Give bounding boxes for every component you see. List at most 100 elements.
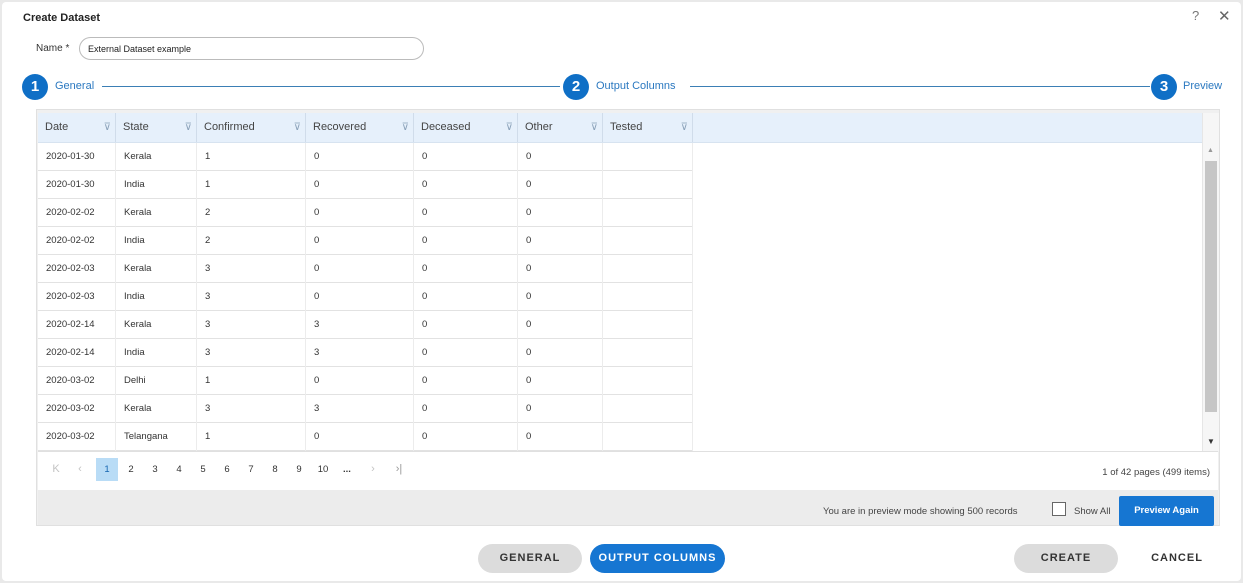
next-page-button[interactable]: ›	[362, 458, 384, 481]
table-row[interactable]: 2020-03-02 Delhi 1 0 0 0	[38, 367, 693, 395]
step-1-circle[interactable]: 1	[22, 74, 48, 100]
cell-tested	[603, 311, 693, 339]
cell-other: 0	[518, 143, 603, 171]
filter-icon[interactable]: ⊽	[294, 113, 301, 142]
general-button[interactable]: GENERAL	[478, 544, 582, 573]
filter-icon[interactable]: ⊽	[506, 113, 513, 142]
table-row[interactable]: 2020-01-30 Kerala 1 0 0 0	[38, 143, 693, 171]
cell-recovered: 3	[306, 311, 414, 339]
table-row[interactable]: 2020-02-14 India 3 3 0 0	[38, 339, 693, 367]
table-row[interactable]: 2020-03-02 Kerala 3 3 0 0	[38, 395, 693, 423]
preview-again-button[interactable]: Preview Again	[1119, 496, 1214, 526]
filter-icon[interactable]: ⊽	[681, 113, 688, 142]
step-3-label[interactable]: Preview	[1183, 80, 1222, 92]
table-row[interactable]: 2020-03-02 Telangana 1 0 0 0	[38, 423, 693, 451]
show-all-checkbox[interactable]	[1052, 502, 1066, 516]
column-header-recovered[interactable]: Recovered ⊽	[306, 113, 414, 142]
cell-confirmed: 3	[197, 311, 306, 339]
create-button[interactable]: CREATE	[1014, 544, 1118, 573]
page-button[interactable]: 3	[144, 458, 166, 481]
page-button[interactable]: 4	[168, 458, 190, 481]
cell-state: Delhi	[116, 367, 197, 395]
scroll-down-icon[interactable]: ▼	[1207, 437, 1215, 446]
more-pages-button[interactable]: ...	[336, 458, 358, 481]
page-button[interactable]: 6	[216, 458, 238, 481]
scroll-up-icon[interactable]: ▲	[1207, 147, 1214, 154]
cell-state: Kerala	[116, 255, 197, 283]
page-button[interactable]: 7	[240, 458, 262, 481]
table-row[interactable]: 2020-01-30 India 1 0 0 0	[38, 171, 693, 199]
prev-page-button[interactable]: ‹	[69, 458, 91, 481]
cell-recovered: 0	[306, 423, 414, 451]
cancel-button[interactable]: CANCEL	[1132, 544, 1222, 573]
close-icon[interactable]: ✕	[1218, 7, 1231, 25]
cell-state: Telangana	[116, 423, 197, 451]
step-1-label[interactable]: General	[55, 80, 94, 92]
column-header-tested[interactable]: Tested ⊽	[603, 113, 693, 142]
cell-confirmed: 1	[197, 367, 306, 395]
cell-date: 2020-02-02	[38, 227, 116, 255]
cell-state: Kerala	[116, 311, 197, 339]
last-page-button[interactable]: ›|	[388, 458, 410, 481]
cell-confirmed: 1	[197, 143, 306, 171]
filter-icon[interactable]: ⊽	[185, 113, 192, 142]
column-header-other[interactable]: Other ⊽	[518, 113, 603, 142]
page-button[interactable]: 9	[288, 458, 310, 481]
table-row[interactable]: 2020-02-03 India 3 0 0 0	[38, 283, 693, 311]
cell-confirmed: 3	[197, 395, 306, 423]
column-header-confirmed[interactable]: Confirmed ⊽	[197, 113, 306, 142]
grid-header: Date ⊽ State ⊽ Confirmed ⊽ Recovered ⊽ D…	[38, 113, 1202, 143]
table-row[interactable]: 2020-02-03 Kerala 3 0 0 0	[38, 255, 693, 283]
cell-other: 0	[518, 227, 603, 255]
cell-deceased: 0	[414, 143, 518, 171]
column-header-state[interactable]: State ⊽	[116, 113, 197, 142]
vertical-scrollbar[interactable]: ▲ ▼	[1202, 113, 1219, 451]
cell-recovered: 3	[306, 339, 414, 367]
page-button[interactable]: 5	[192, 458, 214, 481]
cell-recovered: 3	[306, 395, 414, 423]
filter-icon[interactable]: ⊽	[402, 113, 409, 142]
column-header-date[interactable]: Date ⊽	[38, 113, 116, 142]
cell-tested	[603, 339, 693, 367]
step-3-circle[interactable]: 3	[1151, 74, 1177, 100]
preview-mode-text: You are in preview mode showing 500 reco…	[823, 506, 1018, 517]
pager: K ‹ 1 2 3 4 5 6 7 8 9 10 ... › ›| 1 of 4…	[38, 451, 1218, 491]
column-header-label: Deceased	[421, 121, 471, 133]
page-button[interactable]: 1	[96, 458, 118, 481]
step-2-label[interactable]: Output Columns	[596, 80, 675, 92]
first-page-button[interactable]: K	[45, 458, 67, 481]
output-columns-button[interactable]: OUTPUT COLUMNS	[590, 544, 725, 573]
stepper-line-1	[102, 86, 560, 87]
cell-recovered: 0	[306, 143, 414, 171]
cell-tested	[603, 367, 693, 395]
table-row[interactable]: 2020-02-14 Kerala 3 3 0 0	[38, 311, 693, 339]
show-all-label[interactable]: Show All	[1074, 506, 1110, 517]
filter-icon[interactable]: ⊽	[104, 113, 111, 142]
page-button[interactable]: 2	[120, 458, 142, 481]
table-row[interactable]: 2020-02-02 India 2 0 0 0	[38, 227, 693, 255]
column-header-label: Recovered	[313, 121, 367, 133]
scroll-thumb[interactable]	[1205, 161, 1217, 412]
cell-recovered: 0	[306, 227, 414, 255]
name-input[interactable]	[79, 37, 424, 60]
cell-state: India	[116, 339, 197, 367]
cell-deceased: 0	[414, 339, 518, 367]
cell-recovered: 0	[306, 283, 414, 311]
step-2-circle[interactable]: 2	[563, 74, 589, 100]
help-icon[interactable]: ?	[1192, 8, 1199, 23]
filter-icon[interactable]: ⊽	[591, 113, 598, 142]
page-button[interactable]: 10	[312, 458, 334, 481]
cell-confirmed: 1	[197, 171, 306, 199]
cell-date: 2020-01-30	[38, 143, 116, 171]
table-row[interactable]: 2020-02-02 Kerala 2 0 0 0	[38, 199, 693, 227]
column-header-label: State	[123, 121, 149, 133]
cell-other: 0	[518, 339, 603, 367]
cell-confirmed: 2	[197, 227, 306, 255]
column-header-deceased[interactable]: Deceased ⊽	[414, 113, 518, 142]
page-button[interactable]: 8	[264, 458, 286, 481]
cell-deceased: 0	[414, 199, 518, 227]
cell-date: 2020-03-02	[38, 367, 116, 395]
cell-state: India	[116, 171, 197, 199]
cell-tested	[603, 395, 693, 423]
cell-recovered: 0	[306, 171, 414, 199]
